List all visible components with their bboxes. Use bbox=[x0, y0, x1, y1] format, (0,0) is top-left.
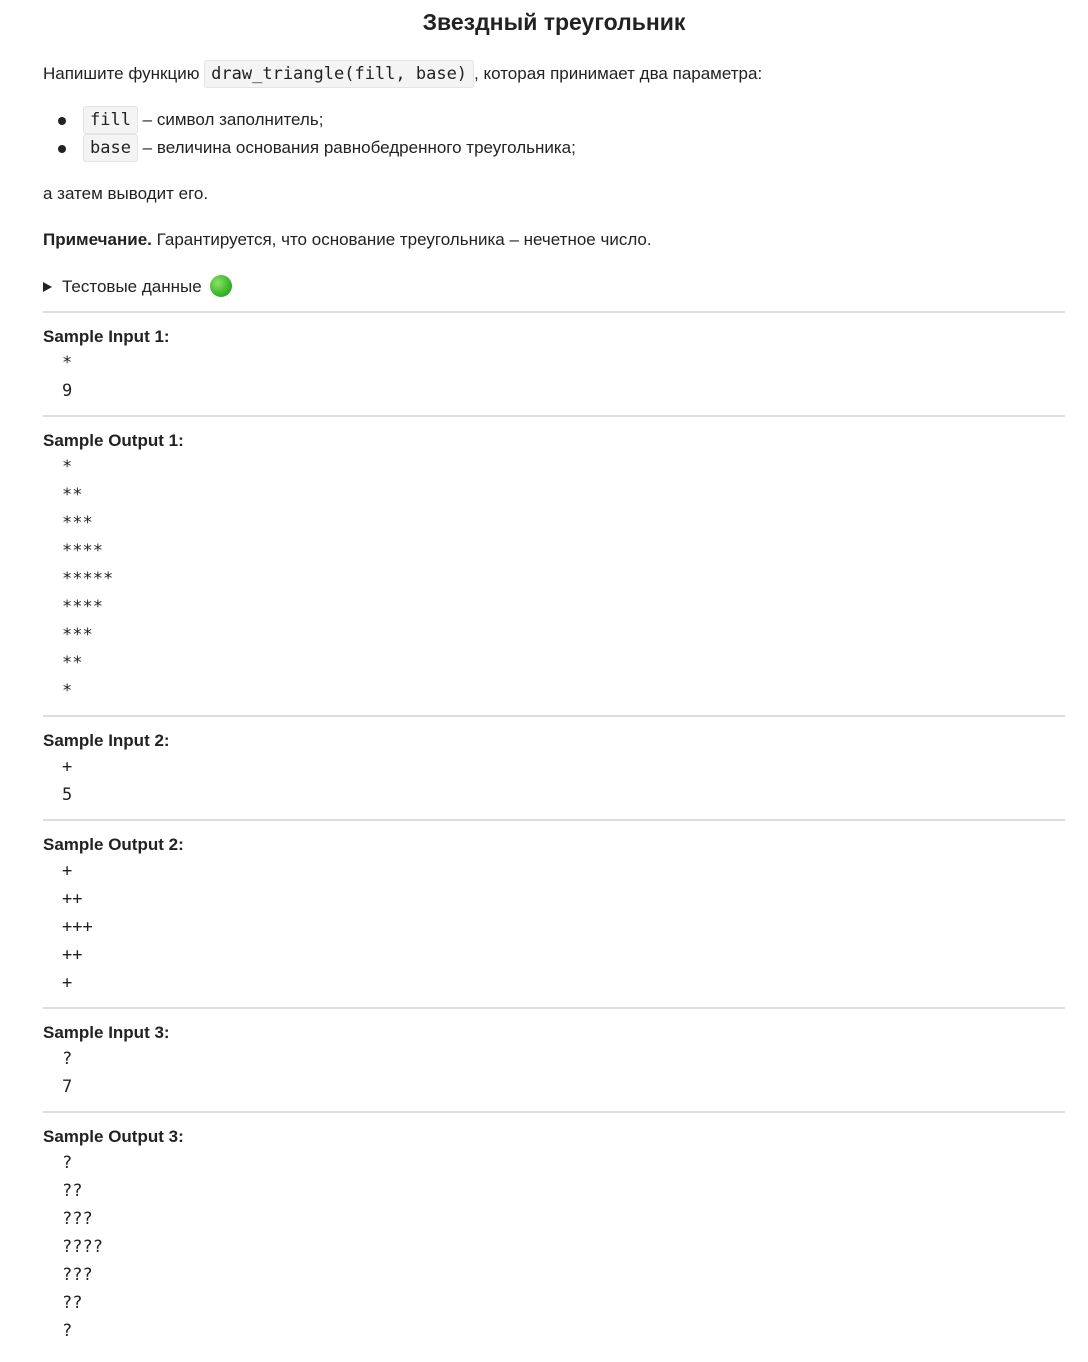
function-signature-code: draw_triangle(fill, base) bbox=[204, 60, 475, 88]
sample-line: 5 bbox=[62, 785, 73, 805]
sample-heading: Sample Output 3: bbox=[43, 1127, 184, 1146]
section-divider bbox=[43, 1007, 1065, 1009]
sample-line: ??? bbox=[62, 1209, 93, 1229]
sample-heading: Sample Output 1: bbox=[43, 431, 184, 450]
test-data-toggle[interactable]: Тестовые данные bbox=[43, 274, 233, 300]
sample-line: ***** bbox=[62, 569, 114, 589]
sample-line: ** bbox=[62, 485, 83, 505]
sample-line: 9 bbox=[62, 381, 73, 401]
sample-line: ?? bbox=[62, 1181, 83, 1201]
section-divider bbox=[43, 311, 1065, 313]
sample-line: ++ bbox=[62, 945, 83, 965]
sample-lines: + ++ +++ ++ + bbox=[62, 857, 93, 997]
intro-text-before: Напишите функцию bbox=[43, 64, 205, 83]
sample-line: + bbox=[62, 973, 73, 993]
sample-line: ? bbox=[62, 1049, 73, 1069]
parameter-code: base bbox=[83, 134, 138, 162]
expand-triangle-icon bbox=[43, 282, 52, 292]
sample-lines: ???????????????? bbox=[62, 1149, 103, 1345]
bullet-icon bbox=[58, 117, 66, 125]
section-divider bbox=[43, 415, 1065, 417]
sample-line: ?? bbox=[62, 1293, 83, 1313]
intro-paragraph: Напишите функцию draw_triangle(fill, bas… bbox=[43, 60, 763, 88]
sample-heading: Sample Output 2: bbox=[43, 835, 184, 854]
parameter-item-fill: fill – символ заполнитель; bbox=[43, 106, 576, 134]
sample-line: +++ bbox=[62, 917, 93, 937]
sample-line: + bbox=[62, 757, 73, 777]
bullet-icon bbox=[58, 145, 66, 153]
outro-paragraph: а затем выводит его. bbox=[43, 184, 209, 203]
parameter-item-base: base – величина основания равнобедренног… bbox=[43, 134, 576, 162]
sample-line: * bbox=[62, 681, 73, 701]
sample-line: ???? bbox=[62, 1237, 103, 1257]
note-paragraph: Примечание. Гарантируется, что основание… bbox=[43, 228, 652, 252]
sample-line: * bbox=[62, 353, 73, 373]
note-text: Гарантируется, что основание треугольник… bbox=[151, 230, 652, 249]
sample-line: ? bbox=[62, 1153, 73, 1173]
section-divider bbox=[43, 1111, 1065, 1113]
sample-line: + bbox=[62, 861, 73, 881]
sample-line: ++ bbox=[62, 889, 83, 909]
sample-line: ??? bbox=[62, 1265, 93, 1285]
sample-lines: * 9 bbox=[62, 349, 72, 405]
sample-lines: ? 7 bbox=[62, 1045, 72, 1101]
section-divider bbox=[43, 819, 1065, 821]
sample-line: * bbox=[62, 457, 73, 477]
sample-lines: +5 bbox=[62, 753, 72, 809]
note-label: Примечание. bbox=[43, 230, 152, 249]
page-title: Звездный треугольник bbox=[422, 9, 686, 35]
sample-line: **** bbox=[62, 541, 103, 561]
sample-line: ** bbox=[62, 653, 83, 673]
sample-line: *** bbox=[62, 513, 93, 533]
section-divider bbox=[43, 715, 1065, 717]
parameter-description: – величина основания равнобедренного тре… bbox=[137, 138, 576, 157]
sample-line: **** bbox=[62, 597, 103, 617]
green-circle-icon bbox=[210, 275, 233, 297]
sample-heading: Sample Input 3: bbox=[43, 1023, 170, 1042]
sample-line: *** bbox=[62, 625, 93, 645]
parameter-list: fill – символ заполнитель; base – величи… bbox=[43, 106, 576, 162]
sample-heading: Sample Input 1: bbox=[43, 327, 170, 346]
sample-lines: * ** *** **** ***** **** *** ** * bbox=[62, 453, 113, 705]
parameter-description: – символ заполнитель; bbox=[137, 110, 324, 129]
sample-line: ? bbox=[62, 1321, 73, 1341]
intro-text-after: , которая принимает два параметра: bbox=[474, 64, 763, 83]
test-data-label: Тестовые данные bbox=[62, 277, 202, 296]
sample-heading: Sample Input 2: bbox=[43, 731, 170, 750]
sample-line: 7 bbox=[62, 1077, 73, 1097]
parameter-code: fill bbox=[83, 106, 138, 134]
